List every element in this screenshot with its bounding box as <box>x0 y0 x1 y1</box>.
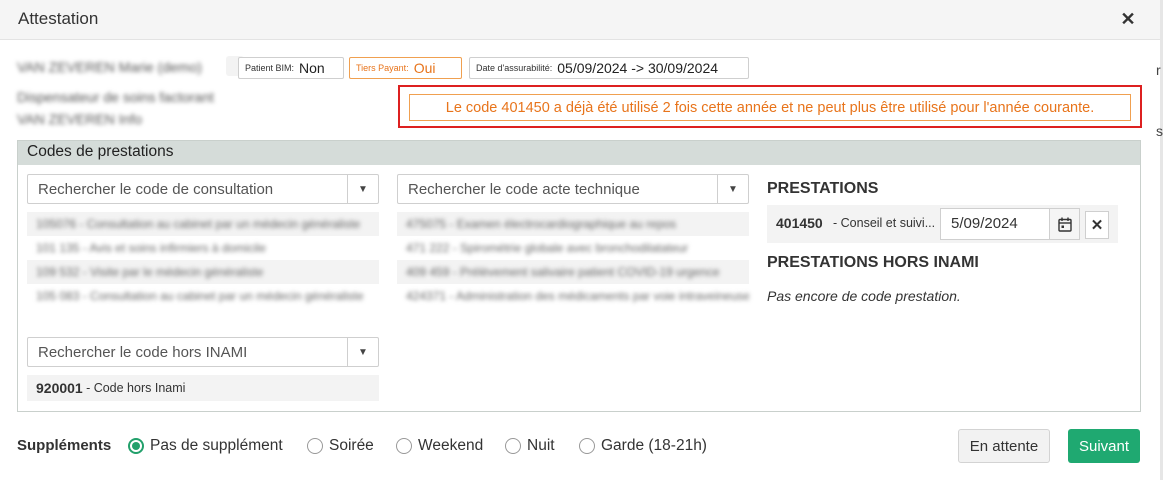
background-text: r <box>1156 62 1161 78</box>
calendar-button[interactable] <box>1049 208 1080 240</box>
radio-weekend[interactable]: Weekend <box>396 437 483 455</box>
radio-icon <box>579 438 595 454</box>
hors-desc: - Code hors Inami <box>86 381 186 395</box>
radio-label: Nuit <box>527 437 555 454</box>
list-item[interactable]: 920001 - Code hors Inami <box>27 375 379 401</box>
patient-name: VAN ZEVEREN Marie (demo) <box>17 59 202 75</box>
empty-state-text: Pas encore de code prestation. <box>767 288 961 304</box>
list-item[interactable]: 409 459 - Prélèvement salivaire patient … <box>397 260 749 284</box>
bim-value: Non <box>299 60 325 76</box>
radio-label: Weekend <box>418 437 484 454</box>
suivant-button[interactable]: Suivant <box>1068 429 1140 463</box>
consultation-search-placeholder: Rechercher le code de consultation <box>38 181 274 198</box>
radio-icon <box>307 438 323 454</box>
chevron-down-icon[interactable]: ▼ <box>347 338 378 366</box>
hors-search-placeholder: Rechercher le code hors INAMI <box>38 344 248 361</box>
prestation-desc: - Conseil et suivi... <box>833 216 936 230</box>
list-item[interactable]: 105 083 - Consultation au cabinet par un… <box>27 284 379 308</box>
assurabilite-badge: Date d'assurabilité: 05/09/2024 -> 30/09… <box>469 57 749 79</box>
radio-icon <box>505 438 521 454</box>
list-item[interactable]: 475075 - Examen électrocardiographique a… <box>397 212 749 236</box>
list-item[interactable]: 424371 - Administration des médicaments … <box>397 284 749 308</box>
hors-inami-list: 920001 - Code hors Inami <box>27 375 379 401</box>
acte-list: 475075 - Examen électrocardiographique a… <box>397 212 749 308</box>
radio-checked-icon <box>128 438 144 454</box>
prestation-code: 401450 <box>776 215 823 231</box>
section-header <box>18 141 1140 165</box>
bim-badge: Patient BIM: Non <box>238 57 344 79</box>
chevron-down-icon[interactable]: ▼ <box>347 175 378 203</box>
prestations-heading: PRESTATIONS <box>767 180 879 197</box>
calendar-icon <box>1057 217 1072 232</box>
list-item-text: 101 135 - Avis et soins infirmiers à dom… <box>36 241 266 255</box>
list-item-text: 105076 - Consultation au cabinet par un … <box>36 217 361 231</box>
supplements-label: Suppléments <box>17 437 112 454</box>
radio-icon <box>396 438 412 454</box>
patient-provider-info: VAN ZEVEREN Info <box>17 111 143 127</box>
radio-label: Soirée <box>329 437 374 454</box>
hors-code: 920001 <box>36 380 83 396</box>
list-item-text: 105 083 - Consultation au cabinet par un… <box>36 289 364 303</box>
dialog-title: Attestation <box>18 9 99 28</box>
bim-label: Patient BIM: <box>245 63 295 73</box>
en-attente-button[interactable]: En attente <box>958 429 1050 463</box>
prestations-hors-heading: PRESTATIONS HORS INAMI <box>767 254 979 271</box>
tiers-value: Oui <box>413 60 436 76</box>
close-icon: ✕ <box>1090 217 1104 234</box>
remove-prestation-button[interactable]: ✕ <box>1085 211 1109 239</box>
chevron-down-icon[interactable]: ▼ <box>717 175 748 203</box>
assur-label: Date d'assurabilité: <box>476 63 553 73</box>
section-title: Codes de prestations <box>27 143 174 160</box>
patient-provider: Dispensateur de soins factorant <box>17 89 214 105</box>
list-item[interactable]: 471 222 - Spirométrie globale avec bronc… <box>397 236 749 260</box>
acte-search[interactable]: Rechercher le code acte technique ▼ <box>397 174 749 204</box>
list-item-text: 475075 - Examen électrocardiographique a… <box>406 217 677 231</box>
background-text: s <box>1156 123 1163 139</box>
radio-garde[interactable]: Garde (18-21h) <box>579 437 707 455</box>
list-item-text: 409 459 - Prélèvement salivaire patient … <box>406 265 720 279</box>
consultation-search[interactable]: Rechercher le code de consultation ▼ <box>27 174 379 204</box>
radio-label: Garde (18-21h) <box>601 437 707 454</box>
hors-inami-search[interactable]: Rechercher le code hors INAMI ▼ <box>27 337 379 367</box>
radio-pas-de-supplement[interactable]: Pas de supplément <box>128 437 283 455</box>
close-icon[interactable]: ✕ <box>1118 9 1138 31</box>
list-item[interactable]: 109 532 - Visite par le médecin générali… <box>27 260 379 284</box>
list-item-text: 109 532 - Visite par le médecin générali… <box>36 265 264 279</box>
prestation-date-input[interactable]: 5/09/2024 <box>940 208 1050 240</box>
warning-message: Le code 401450 a déjà été utilisé 2 fois… <box>409 94 1131 121</box>
list-item[interactable]: 105076 - Consultation au cabinet par un … <box>27 212 379 236</box>
radio-label: Pas de supplément <box>150 437 283 454</box>
consultation-list: 105076 - Consultation au cabinet par un … <box>27 212 379 308</box>
list-item[interactable]: 101 135 - Avis et soins infirmiers à dom… <box>27 236 379 260</box>
dialog-titlebar <box>0 0 1160 40</box>
tiers-payant-badge: Tiers Payant: Oui <box>349 57 462 79</box>
assur-value: 05/09/2024 -> 30/09/2024 <box>557 60 719 76</box>
acte-search-placeholder: Rechercher le code acte technique <box>408 181 640 198</box>
tiers-label: Tiers Payant: <box>356 63 409 73</box>
radio-nuit[interactable]: Nuit <box>505 437 555 455</box>
list-item-text: 471 222 - Spirométrie globale avec bronc… <box>406 241 689 255</box>
radio-soiree[interactable]: Soirée <box>307 437 374 455</box>
list-item-text: 424371 - Administration des médicaments … <box>406 289 749 303</box>
